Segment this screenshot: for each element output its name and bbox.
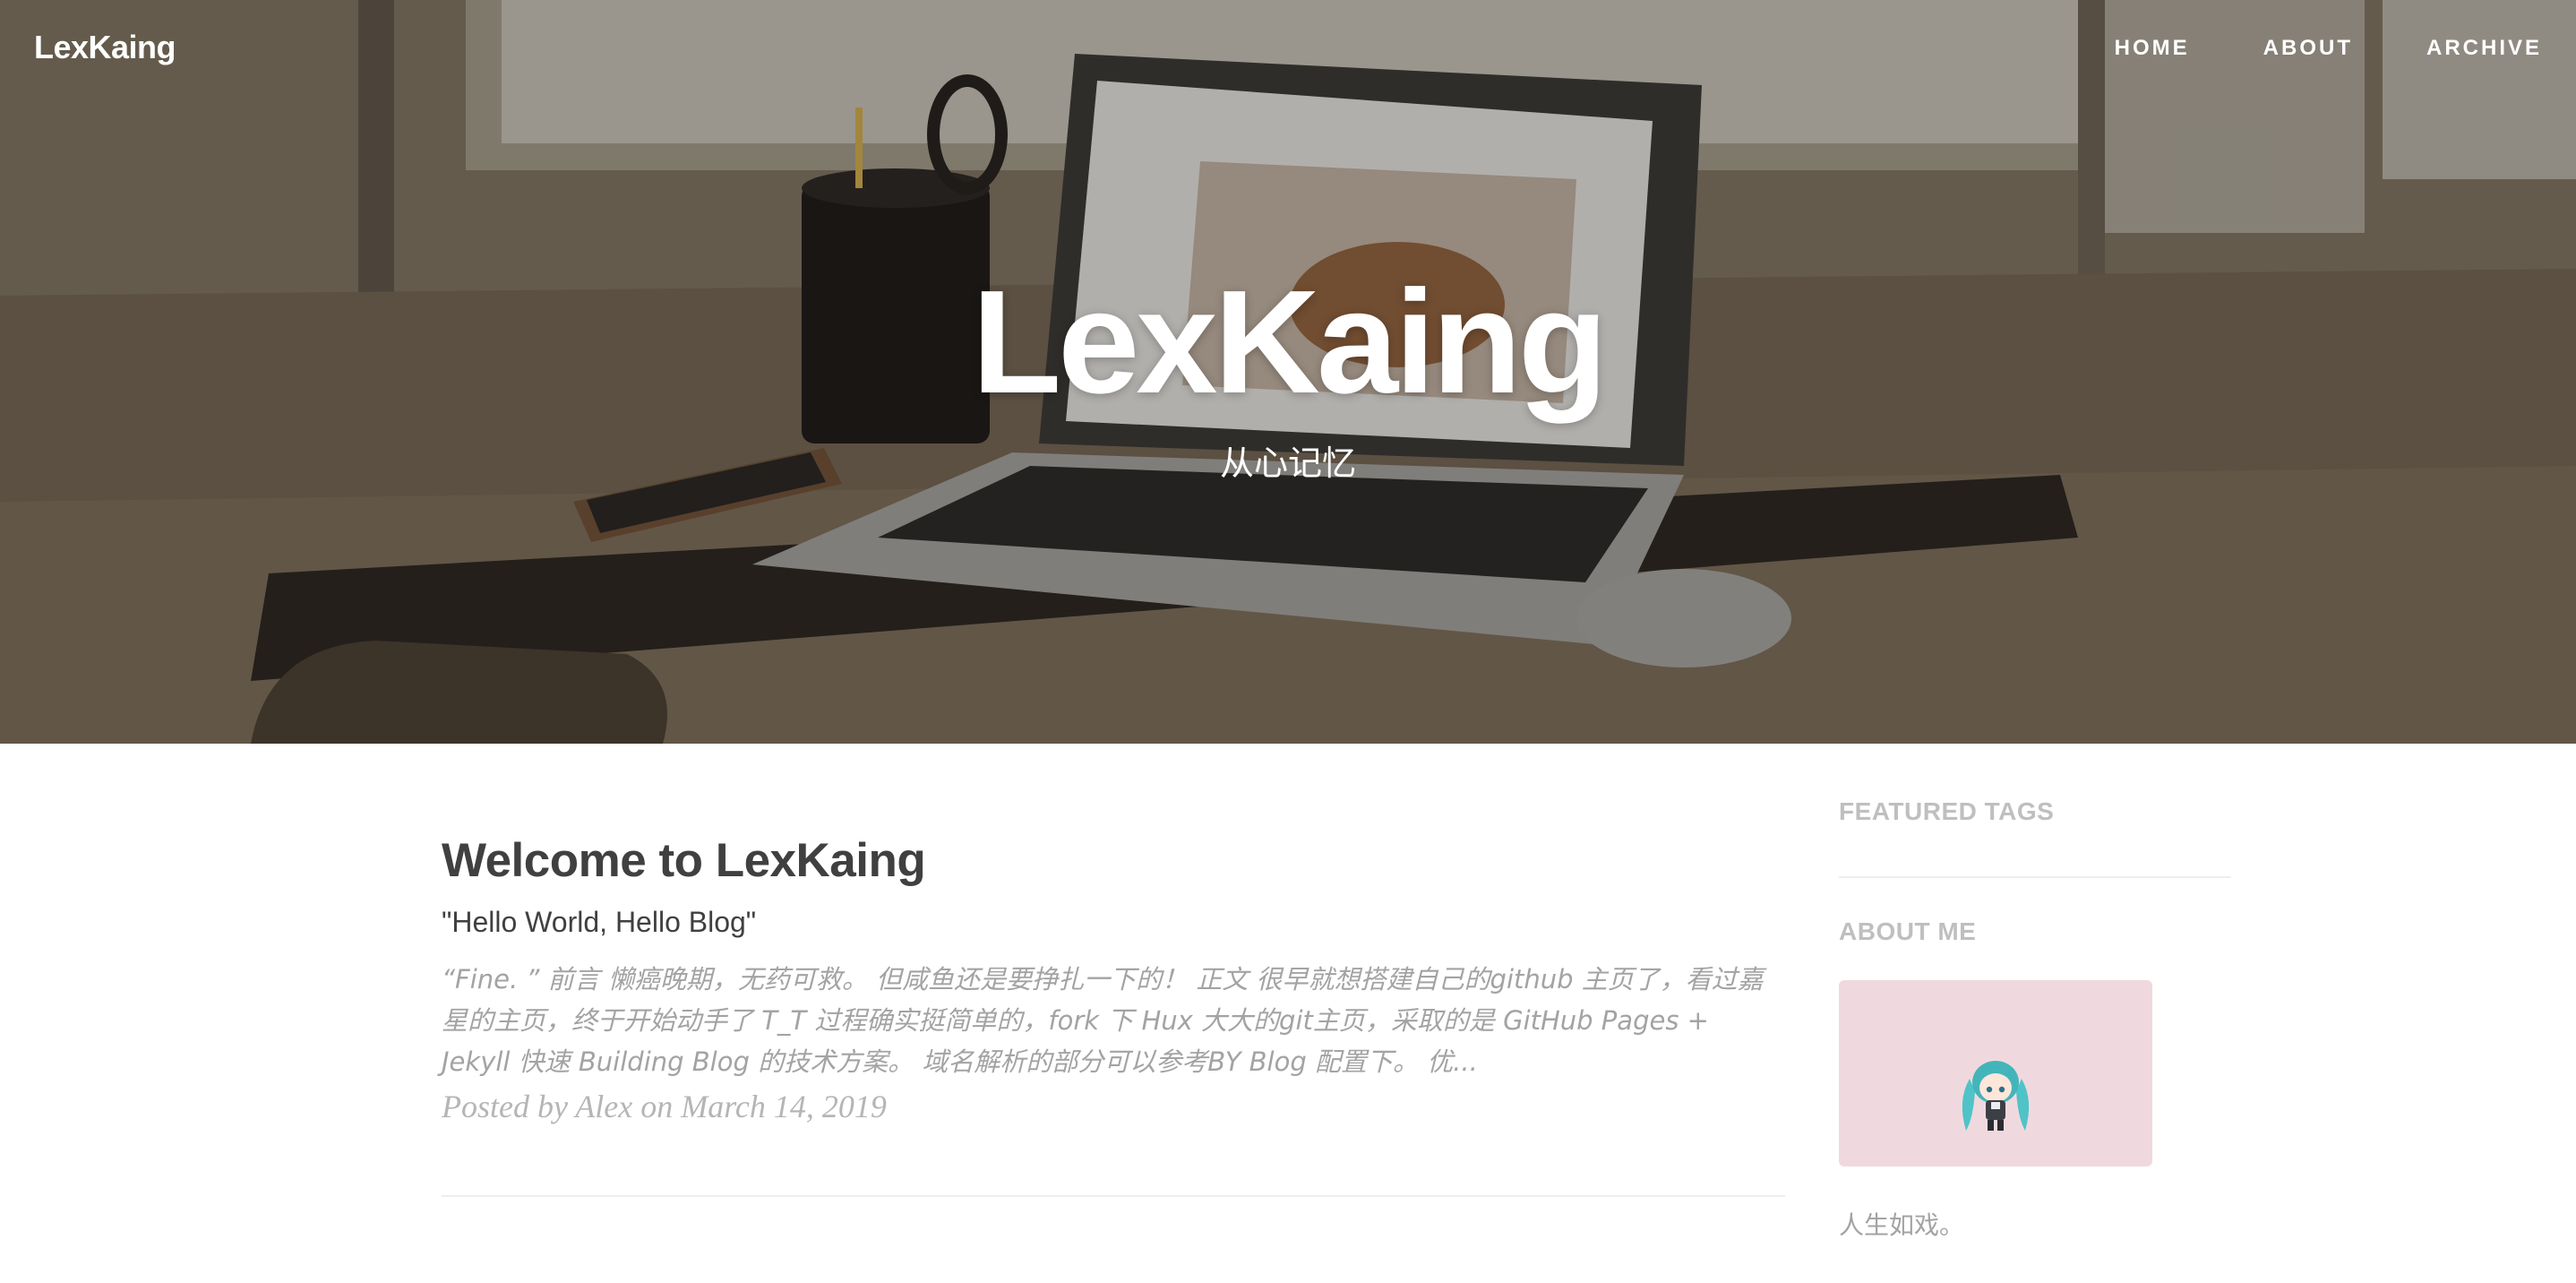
post-title-link[interactable]: Welcome to LexKaing <box>442 833 1785 888</box>
featured-tags-heading: FEATURED TAGS <box>1839 797 2055 825</box>
site-subheading: 从心记忆 <box>1219 443 1356 483</box>
post-excerpt[interactable]: “Fine. ” 前言 懒癌晚期，无药可救。 但咸鱼还是要挣扎一下的！ 正文 很… <box>442 959 1785 1082</box>
brand-logo-link[interactable]: LexKaing <box>34 29 176 66</box>
main-nav: HOME ABOUT ARCHIVE <box>2115 36 2542 61</box>
nav-link-archive[interactable]: ARCHIVE <box>2426 36 2542 61</box>
post-divider <box>442 1195 1785 1197</box>
sidebar-divider <box>1839 876 2230 878</box>
about-me-bio: 人生如戏。 <box>1839 1210 1965 1240</box>
nav-link-home[interactable]: HOME <box>2115 36 2190 61</box>
about-me-heading: ABOUT ME <box>1839 917 1977 945</box>
hero-header: LexKaing HOME ABOUT ARCHIVE LexKaing 从心记… <box>0 0 2576 744</box>
site-heading: LexKaing <box>971 260 1608 424</box>
post-meta: Posted by Alex on March 14, 2019 <box>442 1089 887 1124</box>
nav-link-about[interactable]: ABOUT <box>2263 36 2353 61</box>
sidebar: FEATURED TAGS ABOUT ME 人生如戏。 <box>1839 797 2230 1242</box>
post-preview: Welcome to LexKaing "Hello World, Hello … <box>442 833 1785 1125</box>
chibi-character-icon <box>1962 1061 2030 1131</box>
post-subtitle[interactable]: "Hello World, Hello Blog" <box>442 906 1785 939</box>
avatar <box>1839 980 2152 1167</box>
